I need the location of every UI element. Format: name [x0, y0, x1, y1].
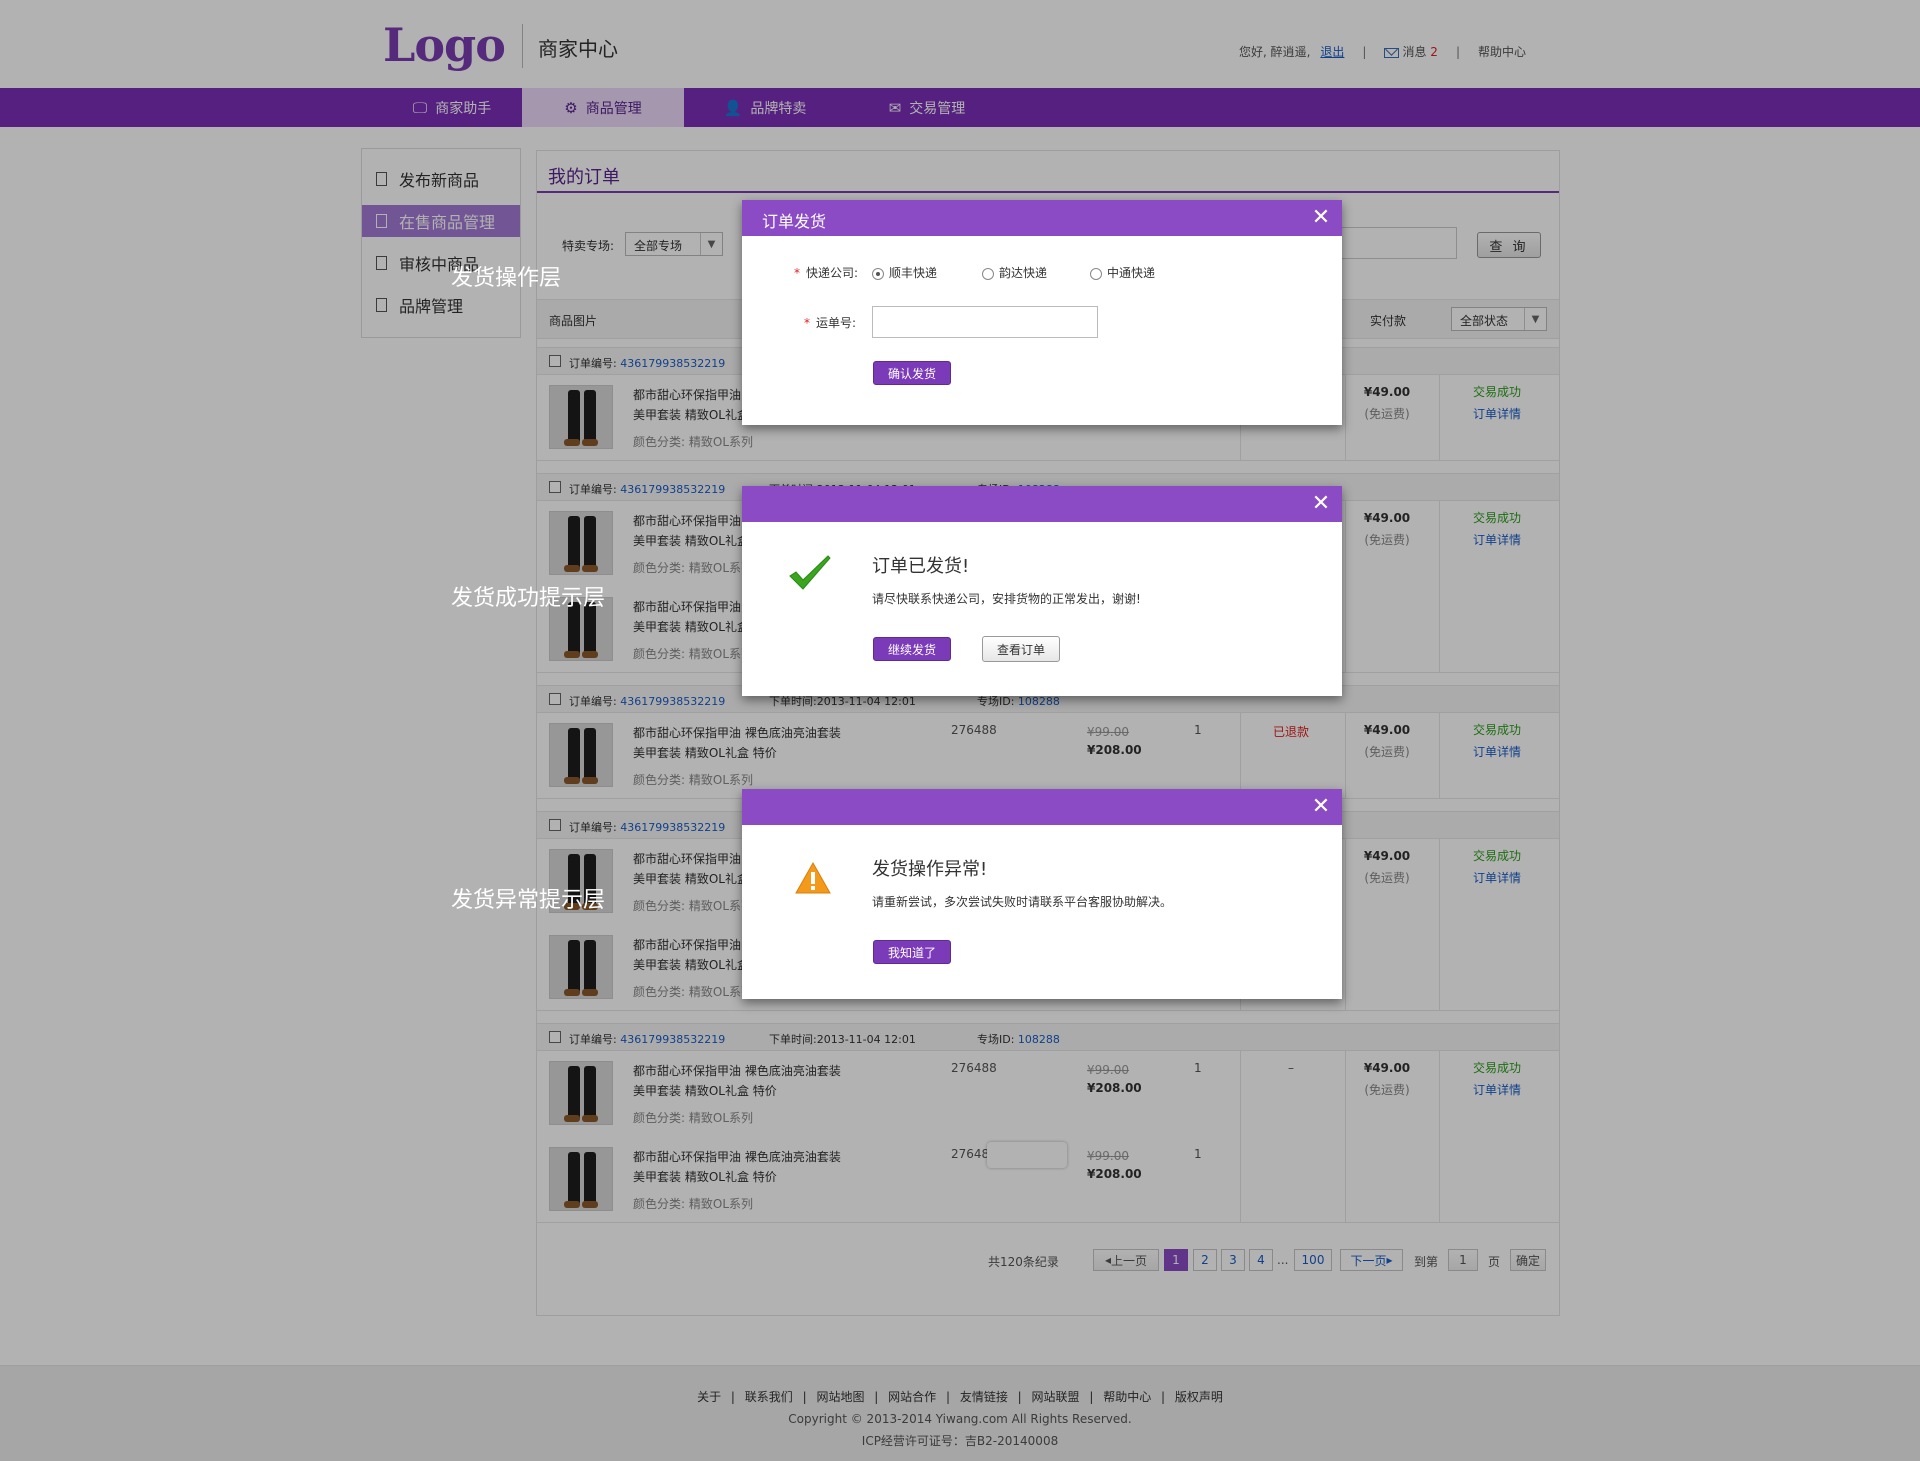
courier-option-yunda[interactable]: 韵达快递 [982, 264, 1047, 281]
dialog-title: 订单已发货! [872, 556, 970, 577]
dialog-description: 请重新尝试，多次尝试失败时请联系平台客服协助解决。 [872, 895, 1173, 909]
courier-option-sf[interactable]: 顺丰快递 [872, 264, 937, 281]
dialog-header: 订单发货 [742, 200, 1342, 236]
courier-label: * 快递公司: [794, 266, 859, 280]
annotation-label: 发货异常提示层 [451, 888, 606, 913]
tracking-number-input[interactable] [872, 306, 1098, 338]
annotation-label: 发货操作层 [451, 266, 562, 291]
acknowledge-button[interactable]: 我知道了 [873, 940, 951, 964]
dialog-title: 发货操作异常! [872, 859, 988, 880]
close-icon[interactable]: ✕ [1308, 204, 1334, 230]
dialog-header [742, 486, 1342, 522]
annotation-label: 发货成功提示层 [451, 586, 606, 611]
close-icon[interactable]: ✕ [1308, 793, 1334, 819]
tracking-label: * 运单号: [804, 316, 857, 330]
view-order-button[interactable]: 查看订单 [982, 636, 1060, 662]
confirm-ship-button[interactable]: 确认发货 [873, 361, 951, 385]
ship-order-dialog: 订单发货 ✕ * 快递公司: 顺丰快递 韵达快递 中通快递 * 运单号: 确认发货 [742, 200, 1342, 425]
radio-icon [1090, 267, 1102, 280]
radio-icon [982, 267, 994, 280]
dialog-description: 请尽快联系快递公司，安排货物的正常发出，谢谢! [872, 592, 1141, 606]
close-icon[interactable]: ✕ [1308, 490, 1334, 516]
ship-success-dialog: ✕ 订单已发货! 请尽快联系快递公司，安排货物的正常发出，谢谢! 继续发货 查看… [742, 486, 1342, 696]
warning-icon [795, 861, 831, 894]
continue-ship-button[interactable]: 继续发货 [873, 637, 951, 661]
checkmark-icon [789, 555, 831, 590]
courier-option-zto[interactable]: 中通快递 [1090, 264, 1155, 281]
radio-checked-icon [872, 267, 884, 280]
dialog-header [742, 789, 1342, 825]
ship-error-dialog: ✕ 发货操作异常! 请重新尝试，多次尝试失败时请联系平台客服协助解决。 我知道了 [742, 789, 1342, 999]
